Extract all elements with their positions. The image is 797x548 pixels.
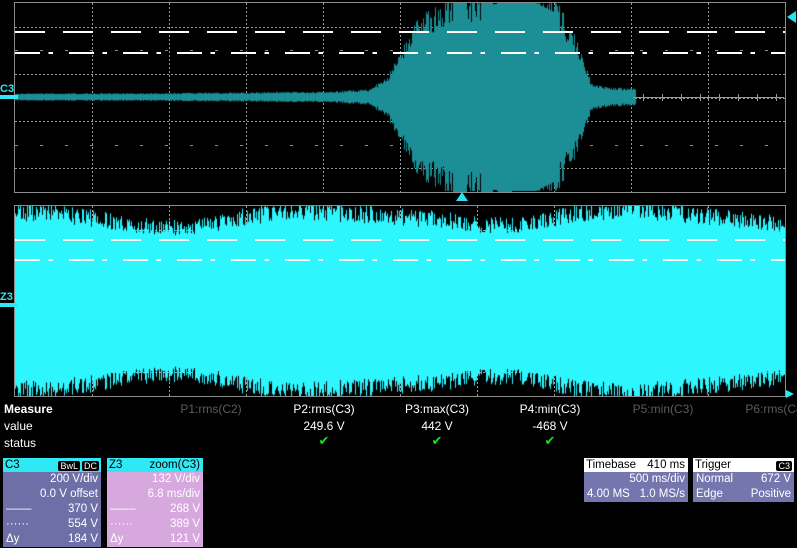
cursor-line-dashed-main[interactable] xyxy=(15,31,785,33)
zoom-z3-volts-div-row[interactable]: 132 V/div xyxy=(107,472,203,487)
channel-c3-delta-row: Δy 184 V xyxy=(3,532,101,547)
measure-p3-value: 442 V xyxy=(378,419,496,433)
channel-marker-z3[interactable]: Z3 xyxy=(0,292,18,307)
measure-p3-status-check: ✔ xyxy=(378,433,496,449)
trigger-mode: Normal xyxy=(696,472,733,487)
timebase-delay: 410 ms xyxy=(647,458,685,472)
measure-status-label: status xyxy=(4,436,36,450)
zoom-z3-source: zoom(C3) xyxy=(150,458,200,472)
channel-marker-z3-bar xyxy=(0,303,18,307)
channel-c3-settings-box[interactable]: C3 BwLDC 200 V/div 0.0 V offset –––– 370… xyxy=(2,457,102,548)
measure-p5-name: P5:min(C3) xyxy=(604,402,722,416)
channel-marker-c3-label: C3 xyxy=(0,84,18,94)
timebase-header: Timebase 410 ms xyxy=(584,458,688,472)
timebase-time-div: 500 ms/div xyxy=(629,472,685,487)
channel-marker-c3-bar xyxy=(0,95,18,99)
trigger-slope: Positive xyxy=(751,487,791,502)
zoom-z3-cursor1-value: 268 V xyxy=(170,502,200,517)
trigger-level: 672 V xyxy=(761,472,791,487)
measure-p2-status-check: ✔ xyxy=(265,433,383,449)
zoom-z3-cursor2-row: ······ 389 V xyxy=(107,517,203,532)
channel-c3-cursor1-value: 370 V xyxy=(68,502,98,517)
zoom-z3-time-div: 6.8 ms/div xyxy=(148,487,200,502)
zoom-z3-cursor1-row: –––– 268 V xyxy=(107,502,203,517)
zoom-z3-cursor2-value: 389 V xyxy=(170,517,200,532)
measure-p4-status-check: ✔ xyxy=(491,433,609,449)
trigger-header: Trigger C3 xyxy=(693,458,794,472)
channel-c3-delta-label: Δy xyxy=(6,532,19,547)
cursor-line-dashed-zoom[interactable] xyxy=(15,239,785,241)
trigger-type-row[interactable]: Edge Positive xyxy=(693,487,794,502)
zoom-z3-settings-box[interactable]: Z3 zoom(C3) 132 V/div 6.8 ms/div –––– 26… xyxy=(106,457,204,548)
z3-waveform-trace xyxy=(15,206,785,396)
zoom-position-arrow xyxy=(786,390,794,398)
channel-c3-offset: 0.0 V offset xyxy=(40,487,98,502)
measure-p4-name: P4:min(C3) xyxy=(491,402,609,416)
measure-table: Measure value status P1:rms(C2) P2:rms(C… xyxy=(0,402,797,454)
measure-p4-value: -468 V xyxy=(491,419,609,433)
trigger-position-arrow[interactable] xyxy=(456,192,468,201)
channel-c3-cursor1-row: –––– 370 V xyxy=(3,502,101,517)
measure-title: Measure xyxy=(4,402,53,416)
channel-c3-offset-row[interactable]: 0.0 V offset xyxy=(3,487,101,502)
measure-p6-name: P6:rms(C4) xyxy=(717,402,797,416)
channel-c3-title: C3 xyxy=(5,459,20,471)
zoom-waveform-grid[interactable] xyxy=(14,205,786,397)
measure-value-label: value xyxy=(4,419,33,433)
channel-marker-z3-label: Z3 xyxy=(0,292,18,302)
channel-c3-header: C3 BwLDC xyxy=(3,458,101,472)
channel-c3-volts-div-row[interactable]: 200 V/div xyxy=(3,472,101,487)
zoom-z3-time-div-row[interactable]: 6.8 ms/div xyxy=(107,487,203,502)
cursor-line-dashdot-zoom[interactable] xyxy=(15,259,785,261)
measure-p3-name: P3:max(C3) xyxy=(378,402,496,416)
timebase-memory: 4.00 MS xyxy=(587,487,630,502)
center-axis-ticks xyxy=(633,97,784,98)
trigger-title: Trigger xyxy=(695,459,731,471)
zoom-z3-cursor1-marker: –––– xyxy=(110,502,136,517)
timebase-box[interactable]: Timebase 410 ms 500 ms/div 4.00 MS 1.0 M… xyxy=(583,457,689,503)
zoom-z3-title: Z3 xyxy=(109,459,122,471)
zoom-z3-header: Z3 zoom(C3) xyxy=(107,458,203,472)
zoom-z3-volts-div: 132 V/div xyxy=(152,472,200,487)
measure-p2-value: 249.6 V xyxy=(265,419,383,433)
channel-c3-cursor2-value: 554 V xyxy=(68,517,98,532)
trigger-box[interactable]: Trigger C3 Normal 672 V Edge Positive xyxy=(692,457,795,503)
channel-c3-cursor2-row: ······ 554 V xyxy=(3,517,101,532)
channel-c3-delta-value: 184 V xyxy=(68,532,98,547)
bandwidth-limit-badge[interactable]: BwL xyxy=(58,461,80,471)
measure-p1-name: P1:rms(C2) xyxy=(152,402,270,416)
timebase-acq-row: 4.00 MS 1.0 MS/s xyxy=(584,487,688,502)
trigger-level-arrow[interactable] xyxy=(787,11,796,23)
oscilloscope-screen: C3 Z3 Measure value status P1:rms(C2) P2… xyxy=(0,0,797,544)
zoom-z3-delta-label: Δy xyxy=(110,532,123,547)
measure-p2-name: P2:rms(C3) xyxy=(265,402,383,416)
zoom-z3-delta-row: Δy 121 V xyxy=(107,532,203,547)
trigger-mode-row[interactable]: Normal 672 V xyxy=(693,472,794,487)
zoom-z3-cursor2-marker: ······ xyxy=(110,517,133,532)
main-waveform-grid[interactable] xyxy=(14,2,786,193)
timebase-sample-rate: 1.0 MS/s xyxy=(640,487,685,502)
timebase-title: Timebase xyxy=(586,459,636,471)
zoom-z3-delta-value: 121 V xyxy=(170,532,200,547)
channel-marker-c3[interactable]: C3 xyxy=(0,84,18,99)
channel-c3-cursor2-marker: ······ xyxy=(6,517,29,532)
trigger-type: Edge xyxy=(696,487,723,502)
coupling-badge[interactable]: DC xyxy=(82,461,99,471)
channel-c3-volts-div: 200 V/div xyxy=(50,472,98,487)
cursor-line-dashdot-main[interactable] xyxy=(15,52,785,54)
channel-c3-cursor1-marker: –––– xyxy=(6,502,32,517)
trigger-source-badge[interactable]: C3 xyxy=(776,461,792,471)
timebase-time-div-row[interactable]: 500 ms/div xyxy=(584,472,688,487)
